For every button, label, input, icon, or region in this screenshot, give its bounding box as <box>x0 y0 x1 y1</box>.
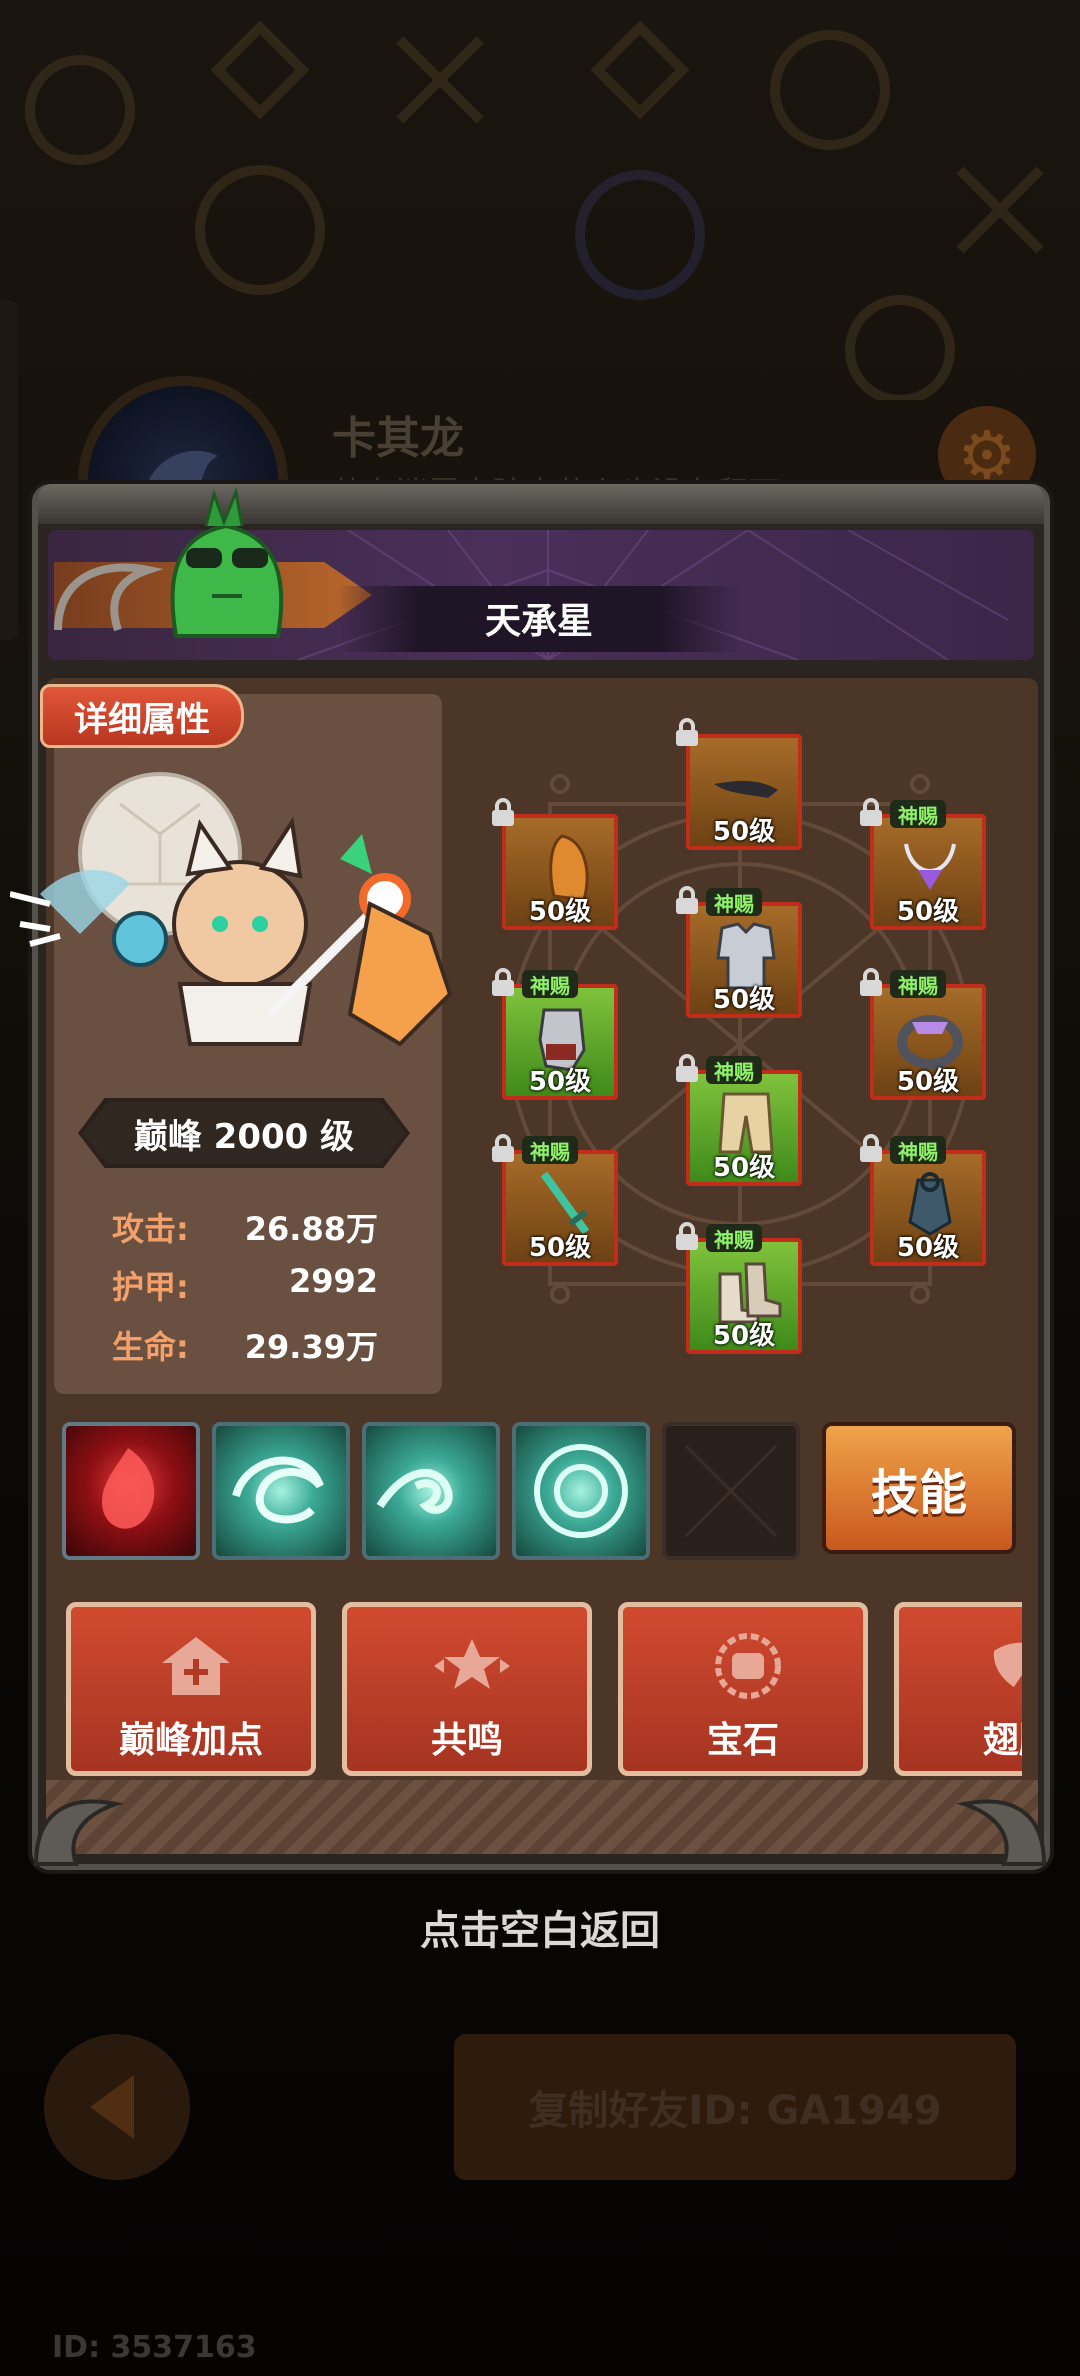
hero-title: 天承星 <box>484 601 593 642</box>
equip-slot-ring[interactable]: 50级 <box>870 984 986 1100</box>
equip-level: 50级 <box>712 1153 776 1183</box>
skills-button[interactable]: 技能 <box>822 1422 1016 1554</box>
divine-gift-tag: 神赐 <box>706 1056 762 1084</box>
stat-label: 护甲: <box>112 1268 189 1306</box>
divine-gift-tag: 神赐 <box>522 1136 578 1164</box>
equip-slot-sword[interactable]: 50级 <box>502 1150 618 1266</box>
function-button-row: 巅峰加点 共鸣 宝石 翅膀 <box>46 1590 1022 1786</box>
stat-value: 29.39万 <box>244 1328 378 1366</box>
button-label: 巅峰加点 <box>118 1720 263 1761</box>
armor-stat: 护甲: 2992 <box>112 1262 378 1310</box>
button-label: 翅膀 <box>982 1720 1022 1761</box>
equip-level: 50级 <box>896 897 960 927</box>
wind-wave-skill-icon <box>376 1469 453 1514</box>
hero-portrait <box>10 772 453 1047</box>
attack-stat: 攻击: 26.88万 <box>112 1204 378 1252</box>
lock-icon <box>860 968 882 996</box>
vortex-skill-icon <box>232 1456 324 1524</box>
lock-icon <box>676 718 698 746</box>
title-swirl-ornament <box>54 563 164 632</box>
skill-slot-wind-wave[interactable] <box>362 1422 500 1560</box>
player-name: 卡其龙 <box>332 413 464 464</box>
skill-slot-vortex[interactable] <box>212 1422 350 1560</box>
wing-icon <box>993 1642 1022 1687</box>
button-label: 共鸣 <box>430 1720 503 1761</box>
equip-level: 50级 <box>712 1321 776 1351</box>
background-gear-pattern <box>25 20 1044 400</box>
tap-blank-to-return-hint: 点击空白返回 <box>420 1908 660 1954</box>
lock-icon <box>860 798 882 826</box>
stat-value: 26.88万 <box>244 1210 378 1248</box>
divine-gift-tag: 神赐 <box>890 970 946 998</box>
plus-house-icon <box>162 1637 230 1695</box>
lock-icon <box>492 968 514 996</box>
divine-gift-tag: 神赐 <box>706 1224 762 1252</box>
equip-level: 50级 <box>712 985 776 1015</box>
blood-drop-skill-icon <box>102 1448 155 1529</box>
lock-icon <box>860 1134 882 1162</box>
corner-ornament-left <box>33 1799 124 1866</box>
button-label: 宝石 <box>706 1720 779 1761</box>
lock-icon <box>676 886 698 914</box>
whirlpool-skill-icon <box>534 1444 628 1538</box>
skill-slot-whirlpool[interactable] <box>512 1422 650 1560</box>
empty-skill-slot[interactable] <box>662 1422 800 1560</box>
stat-label: 攻击: <box>112 1210 189 1248</box>
divine-gift-tag: 神赐 <box>522 970 578 998</box>
resonance-star-icon <box>434 1639 510 1689</box>
lock-icon <box>676 1054 698 1082</box>
peak-level-plate: 巅峰 2000 级 <box>78 1098 410 1168</box>
equip-slot-gauntlet[interactable]: 50级 <box>502 984 618 1100</box>
equip-slot-pants[interactable]: 50级 <box>686 1070 802 1186</box>
divine-gift-tag: 神赐 <box>890 1136 946 1164</box>
equip-slot-hood[interactable]: 50级 <box>502 814 618 930</box>
lock-icon <box>492 798 514 826</box>
divine-gift-tag: 神赐 <box>706 888 762 916</box>
equip-level: 50级 <box>528 897 592 927</box>
equip-slot-boots[interactable]: 50级 <box>686 1238 802 1354</box>
equip-level: 50级 <box>528 1067 592 1097</box>
equip-level: 50级 <box>712 817 776 847</box>
user-id-label: ID: 3537163 <box>52 2330 257 2365</box>
wings-button[interactable]: 翅膀 <box>894 1602 1022 1776</box>
divine-gift-tag: 神赐 <box>890 800 946 828</box>
equip-level: 50级 <box>528 1233 592 1263</box>
stat-value: 2992 <box>288 1262 378 1300</box>
peak-points-button[interactable]: 巅峰加点 <box>66 1602 316 1776</box>
health-stat: 生命: 29.39万 <box>112 1322 378 1370</box>
resonance-button[interactable]: 共鸣 <box>342 1602 592 1776</box>
side-tab <box>0 300 18 640</box>
corner-ornament-right <box>956 1799 1047 1866</box>
equip-level: 50级 <box>896 1067 960 1097</box>
equip-level: 50级 <box>896 1233 960 1263</box>
equip-slot-amulet[interactable]: 50级 <box>870 1150 986 1266</box>
equip-slot-cape[interactable]: 50级 <box>686 734 802 850</box>
lock-icon <box>492 1134 514 1162</box>
detail-attributes-badge[interactable]: 详细属性 <box>40 684 244 748</box>
equip-slot-necklace[interactable]: 50级 <box>870 814 986 930</box>
equip-slot-armor[interactable]: 50级 <box>686 902 802 1018</box>
skill-slot-blood[interactable] <box>62 1422 200 1560</box>
panel-bottom-trim <box>46 1780 1038 1854</box>
back-button[interactable] <box>44 2034 190 2180</box>
lock-icon <box>676 1222 698 1250</box>
gem-button[interactable]: 宝石 <box>618 1602 868 1776</box>
back-arrow-icon <box>90 2075 134 2139</box>
stat-label: 生命: <box>112 1328 189 1366</box>
copy-friend-id-button[interactable]: 复制好友ID: GA1949 <box>454 2034 1016 2180</box>
green-dragon-mascot-icon <box>170 486 284 638</box>
gem-icon <box>715 1633 781 1699</box>
